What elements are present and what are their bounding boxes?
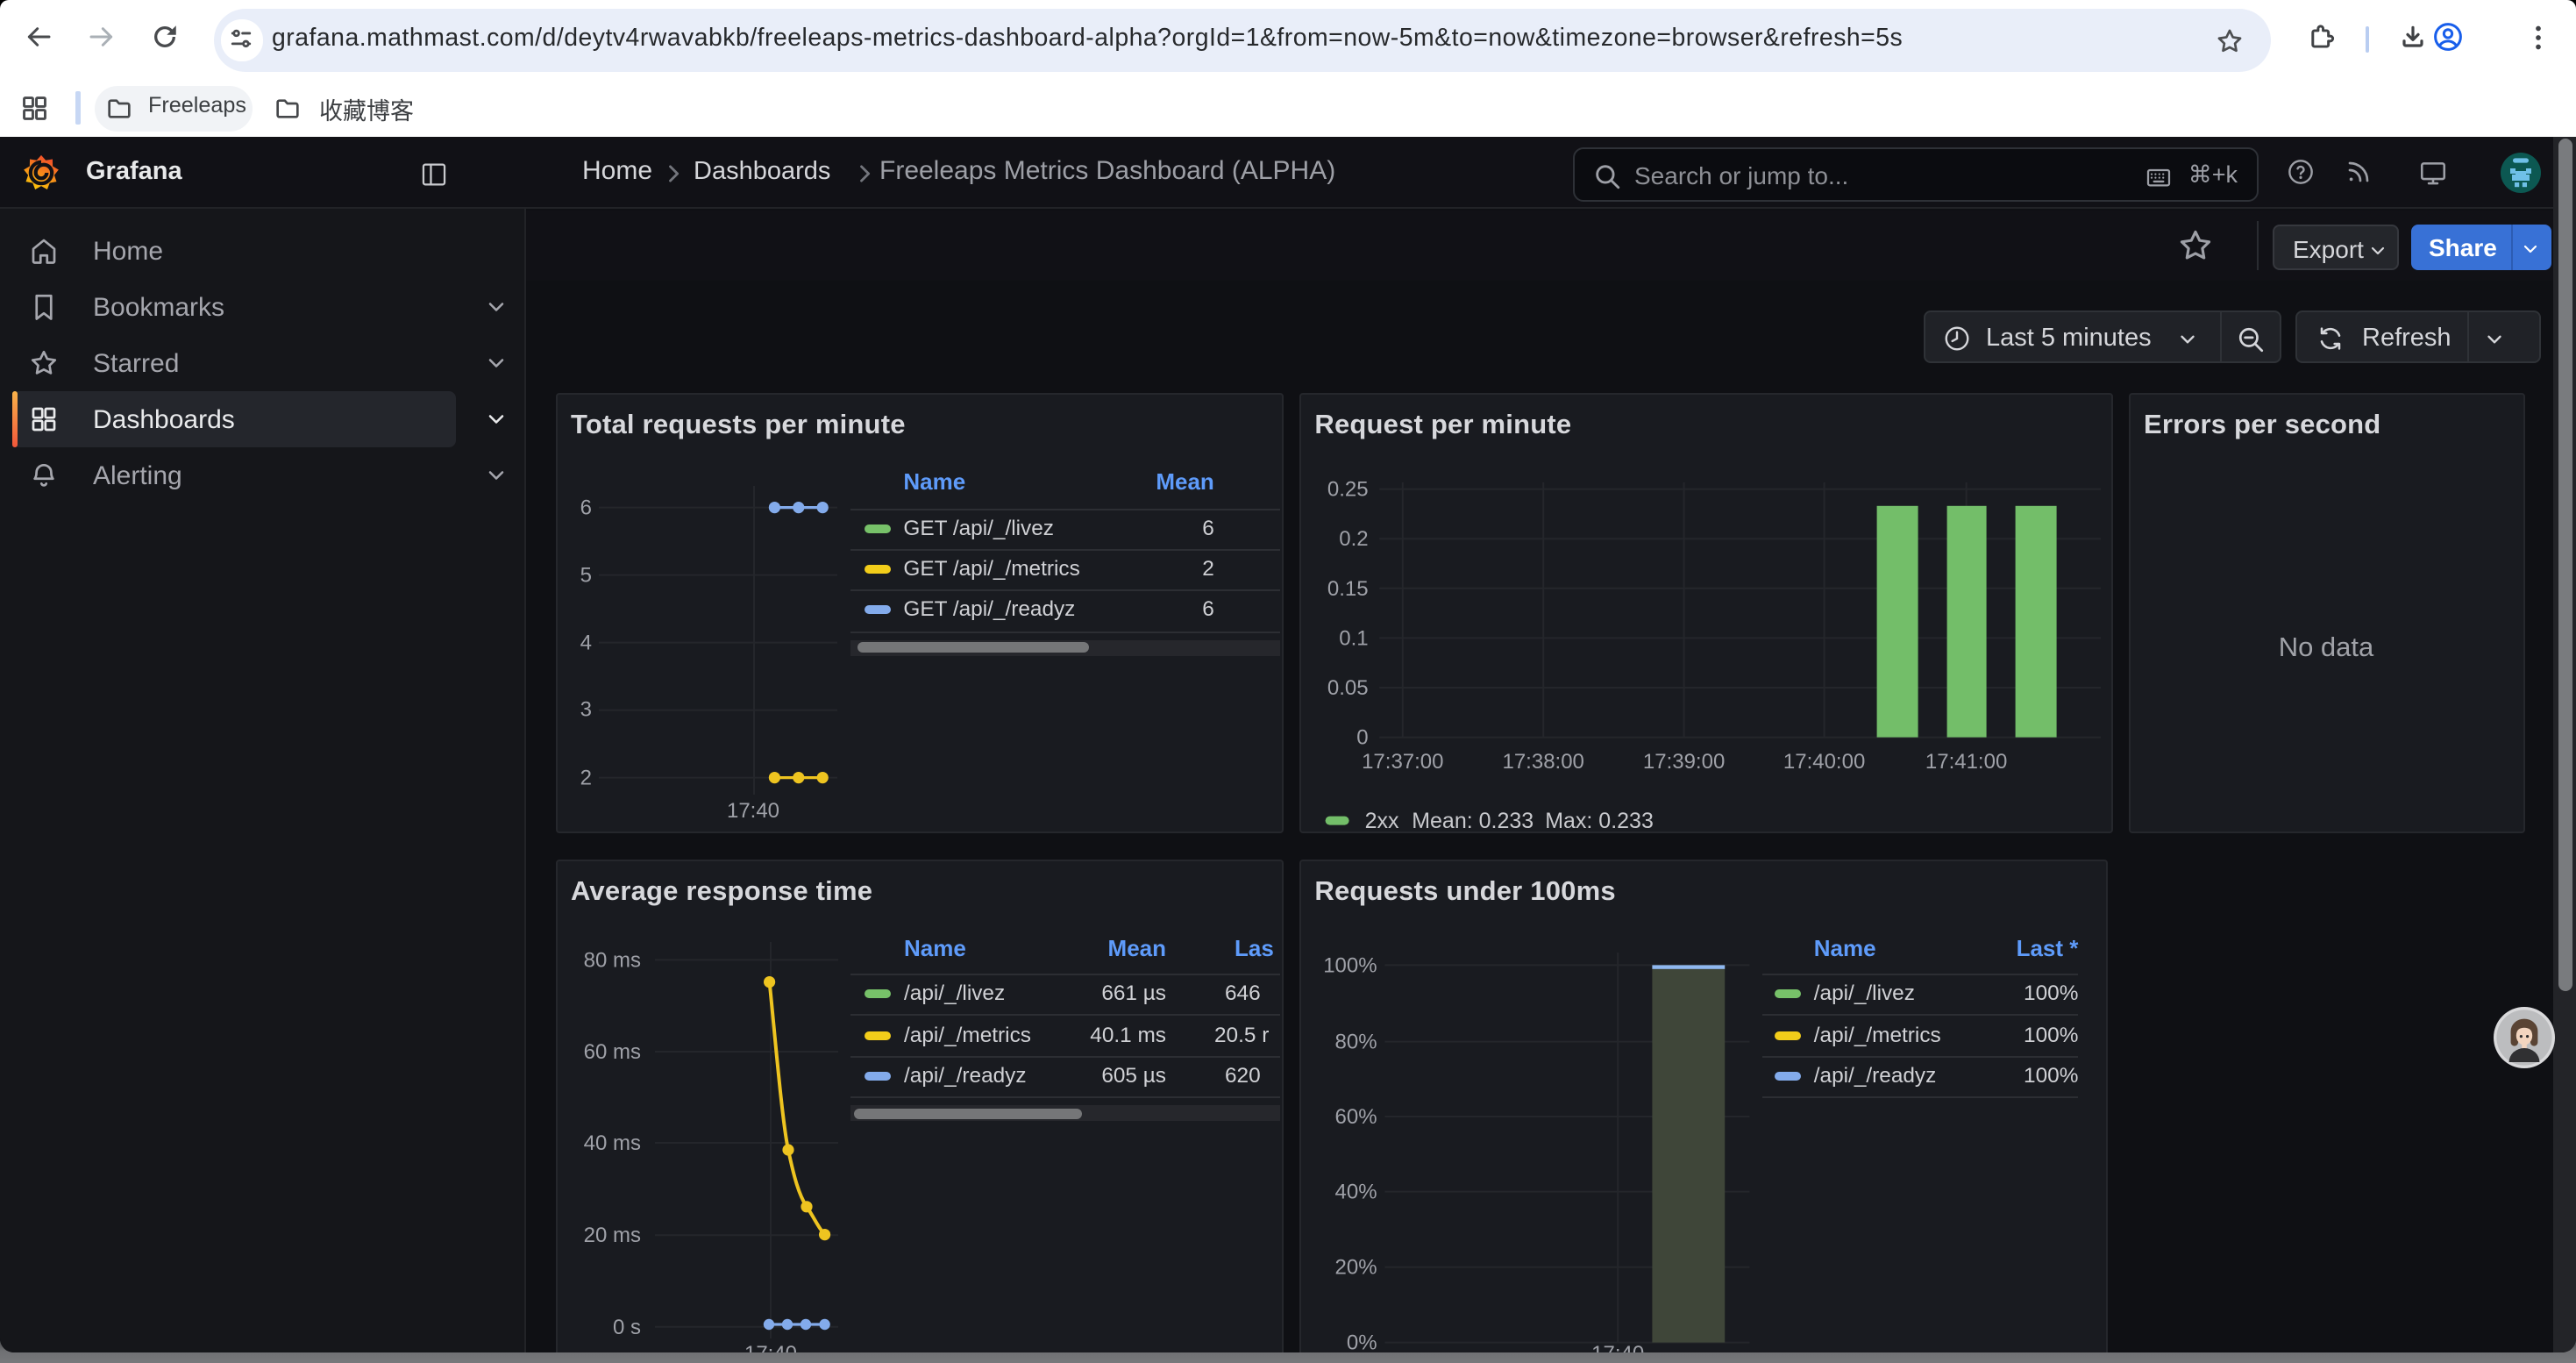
- svg-text:60%: 60%: [1334, 1104, 1377, 1128]
- svg-text:40%: 40%: [1334, 1180, 1377, 1203]
- svg-text:0.2: 0.2: [1339, 527, 1368, 551]
- svg-text:5: 5: [580, 564, 591, 588]
- svg-text:17:37:00: 17:37:00: [1361, 750, 1442, 774]
- svg-text:0.05: 0.05: [1327, 676, 1368, 700]
- svg-text:17:40: 17:40: [1591, 1341, 1644, 1352]
- svg-text:Max: 0.233: Max: 0.233: [1545, 809, 1654, 833]
- svg-text:80 ms: 80 ms: [583, 947, 640, 971]
- svg-text:17:40:00: 17:40:00: [1783, 750, 1864, 774]
- svg-text:4: 4: [580, 632, 591, 655]
- svg-text:20%: 20%: [1334, 1255, 1377, 1279]
- svg-text:0.15: 0.15: [1327, 577, 1368, 601]
- svg-text:17:40: 17:40: [744, 1341, 796, 1352]
- svg-text:0.1: 0.1: [1339, 626, 1368, 650]
- svg-text:40 ms: 40 ms: [583, 1131, 640, 1154]
- svg-text:2: 2: [580, 767, 591, 790]
- svg-text:80%: 80%: [1334, 1030, 1377, 1053]
- svg-text:6: 6: [580, 496, 591, 520]
- svg-text:17:38:00: 17:38:00: [1502, 750, 1583, 774]
- svg-text:0: 0: [1356, 726, 1368, 750]
- svg-text:17:40: 17:40: [726, 799, 779, 823]
- svg-text:0%: 0%: [1346, 1331, 1377, 1352]
- svg-text:17:39:00: 17:39:00: [1642, 750, 1724, 774]
- svg-text:60 ms: 60 ms: [583, 1039, 640, 1063]
- svg-text:3: 3: [580, 698, 591, 722]
- svg-text:0.25: 0.25: [1327, 478, 1368, 502]
- svg-text:20 ms: 20 ms: [583, 1223, 640, 1246]
- svg-text:0 s: 0 s: [612, 1315, 640, 1338]
- svg-text:17:41:00: 17:41:00: [1925, 750, 2006, 774]
- svg-text:100%: 100%: [1323, 953, 1377, 976]
- svg-text:Mean: 0.233: Mean: 0.233: [1412, 809, 1534, 833]
- svg-text:2xx: 2xx: [1364, 809, 1398, 833]
